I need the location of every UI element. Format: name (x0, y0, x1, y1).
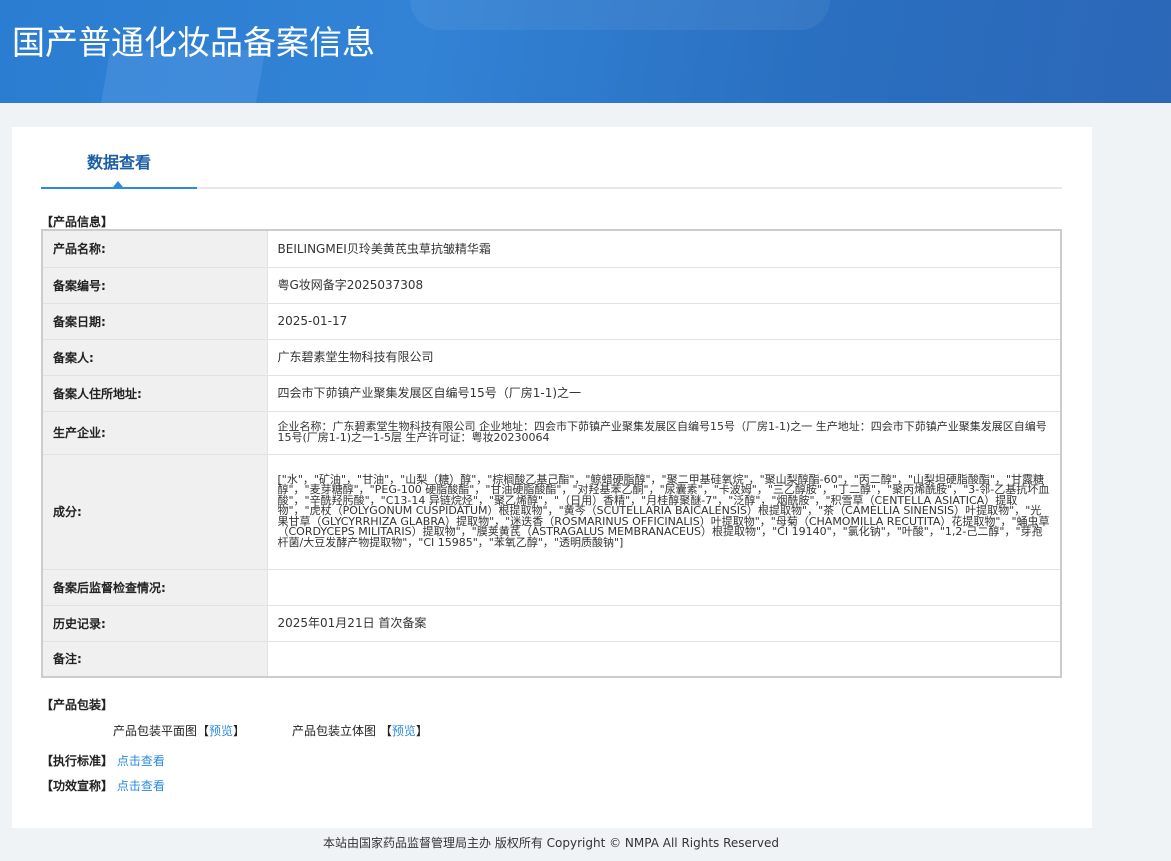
preview-solid-link[interactable]: 预览 (392, 724, 416, 738)
ingredients-value: ["水"，"矿油"，"甘油"，"山梨（糖）醇"，"棕榈酸乙基己酯"，"鲸蜡硬脂醇… (266, 453, 1062, 570)
tab-bar: 数据查看 (41, 127, 1062, 189)
footer-copyright: 本站由国家药品监督管理局主办 版权所有 Copyright © NMPA All… (323, 836, 779, 850)
row-value: BEILINGMEI贝玲美黄芪虫草抗皱精华霜 (266, 229, 1062, 268)
row-label: 备案编号: (41, 266, 268, 304)
row-value: 企业名称：广东碧素堂生物科技有限公司 企业地址：四会市下茆镇产业聚集发展区自编号… (266, 410, 1062, 455)
tab-arrow-icon (113, 181, 123, 187)
row-label: 备注: (41, 640, 268, 678)
row-label: 成分: (41, 453, 268, 570)
header-banner: 国产普通化妆品备案信息 (0, 0, 1171, 103)
table-row: 备注: (41, 640, 1062, 678)
section-packaging: 【产品包装】 (41, 698, 114, 712)
table-row: 生产企业: 企业名称：广东碧素堂生物科技有限公司 企业地址：四会市下茆镇产业聚集发… (41, 410, 1062, 455)
table-row: 历史记录: 2025年01月21日 首次备案 (41, 604, 1062, 642)
bracket: 【 (197, 724, 210, 738)
packaging-flat: 产品包装平面图【预览】 (113, 722, 245, 739)
row-value (266, 568, 1062, 606)
page-title: 国产普通化妆品备案信息 (12, 23, 375, 62)
product-info-table: 产品名称: BEILINGMEI贝玲美黄芪虫草抗皱精华霜 备案编号: 粤G妆网备字2… (41, 229, 1062, 678)
packaging-solid-label: 产品包装立体图 (292, 724, 377, 738)
row-value: 2025年01月21日 首次备案 (266, 604, 1062, 642)
standard-row: 【执行标准】 点击查看 (41, 752, 165, 769)
table-row: 成分: ["水"，"矿油"，"甘油"，"山梨（糖）醇"，"棕榈酸乙基己酯"，"鲸蜡… (41, 453, 1062, 570)
bracket: 】 (233, 724, 246, 738)
row-value: 四会市下茆镇产业聚集发展区自编号15号（厂房1-1)之一 (266, 374, 1062, 412)
row-value: 2025-01-17 (266, 302, 1062, 340)
row-label: 历史记录: (41, 604, 268, 642)
content-card: 数据查看 【产品信息】 产品名称: BEILINGMEI贝玲美黄芪虫草抗皱精华霜 … (12, 127, 1092, 828)
claims-view-link[interactable]: 点击查看 (117, 779, 165, 793)
banner-decoration (410, 0, 830, 30)
row-label: 备案人住所地址: (41, 374, 268, 412)
row-label: 生产企业: (41, 410, 268, 455)
claims-row: 【功效宣称】 点击查看 (41, 777, 165, 794)
row-label: 产品名称: (41, 229, 268, 268)
preview-flat-link[interactable]: 预览 (209, 724, 233, 738)
row-label: 备案后监督检查情况: (41, 568, 268, 606)
section-product-info: 【产品信息】 (41, 215, 114, 229)
packaging-solid: 产品包装立体图 【预览】 (292, 722, 428, 739)
table-row: 备案日期: 2025-01-17 (41, 302, 1062, 340)
table-row: 备案人: 广东碧素堂生物科技有限公司 (41, 338, 1062, 376)
tab-data-view[interactable]: 数据查看 (41, 149, 197, 173)
bracket: 】 (415, 724, 428, 738)
row-label: 备案人: (41, 338, 268, 376)
row-value: 广东碧素堂生物科技有限公司 (266, 338, 1062, 376)
standard-view-link[interactable]: 点击查看 (117, 754, 165, 768)
table-row: 备案人住所地址: 四会市下茆镇产业聚集发展区自编号15号（厂房1-1)之一 (41, 374, 1062, 412)
row-label: 备案日期: (41, 302, 268, 340)
claims-label: 【功效宣称】 (41, 779, 114, 793)
table-row: 备案编号: 粤G妆网备字2025037308 (41, 266, 1062, 304)
bracket: 【 (379, 724, 392, 738)
standard-label: 【执行标准】 (41, 754, 114, 768)
table-row: 产品名称: BEILINGMEI贝玲美黄芪虫草抗皱精华霜 (41, 229, 1062, 268)
table-row: 备案后监督检查情况: (41, 568, 1062, 606)
packaging-flat-label: 产品包装平面图 (113, 724, 198, 738)
row-value: 粤G妆网备字2025037308 (266, 266, 1062, 304)
row-value (266, 640, 1062, 678)
tab-active-indicator (41, 187, 197, 189)
